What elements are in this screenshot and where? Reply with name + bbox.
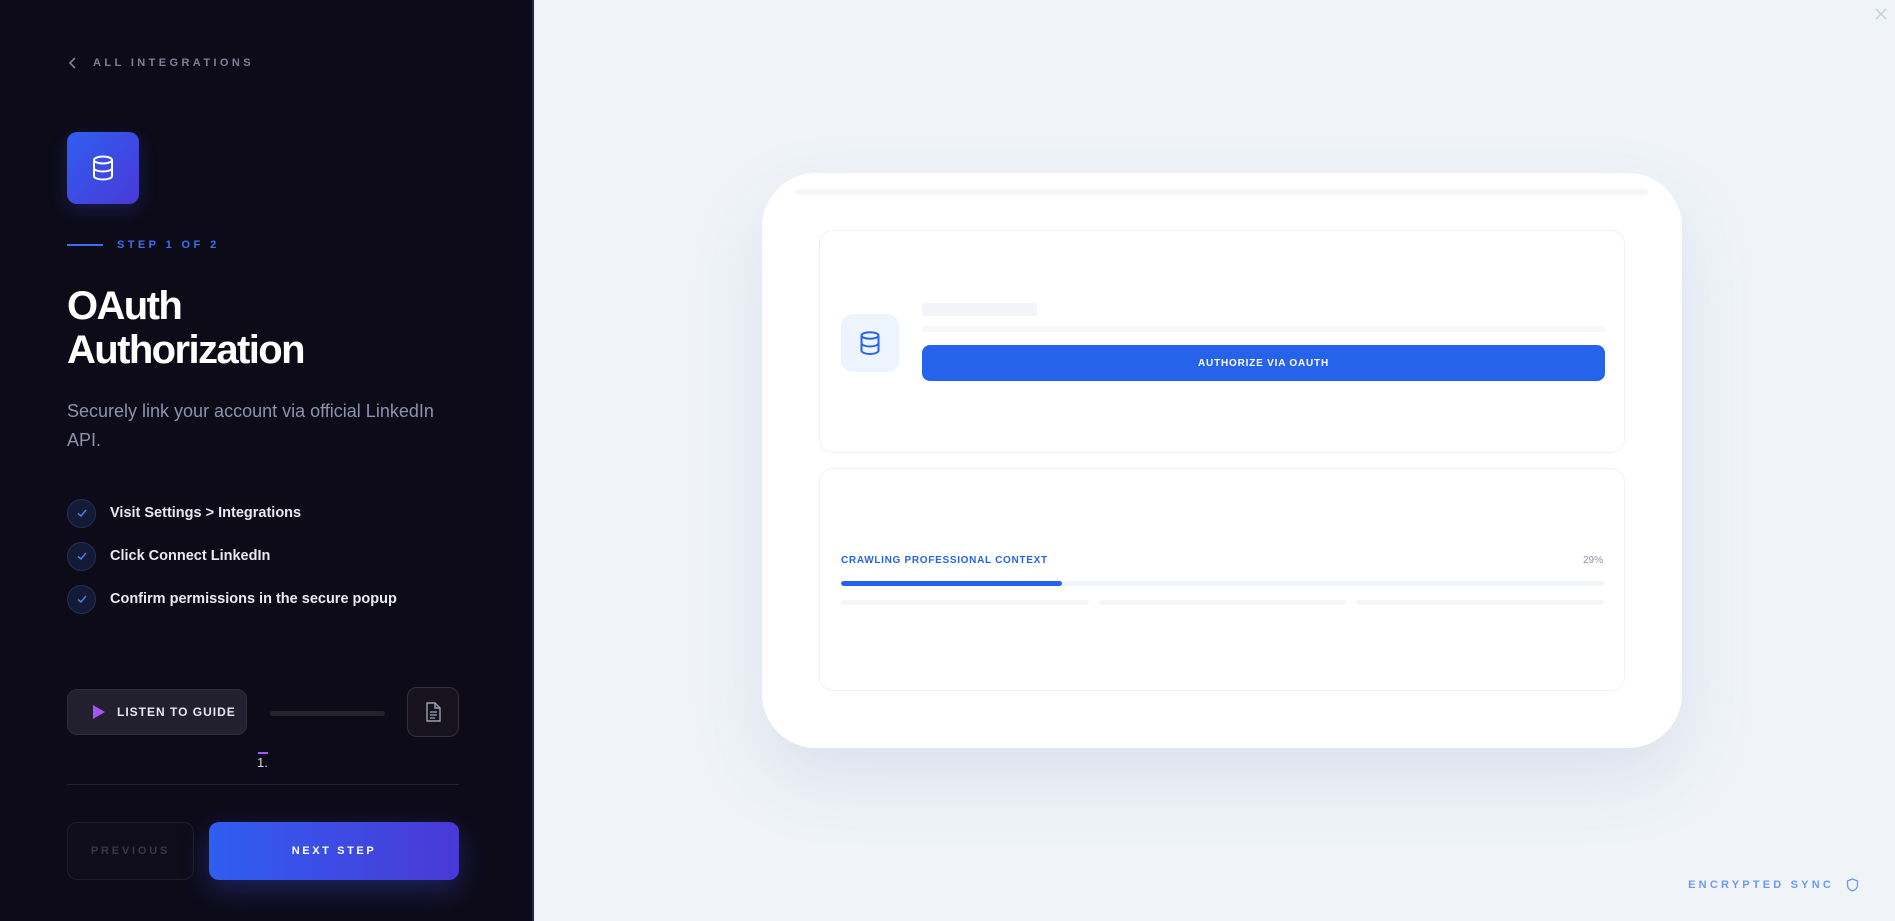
document-icon [426,702,441,722]
check-icon [67,541,96,571]
back-to-integrations-link[interactable]: ALL INTEGRATIONS [67,56,254,70]
crawl-progress-percent: 29% [1582,555,1603,566]
database-icon [860,331,880,356]
title-line-2: Authorization [67,328,306,372]
integration-app-icon [67,132,139,204]
page-title: OAuth Authorization [67,284,487,372]
crawl-progress-label: CRAWLING PROFESSIONAL CONTEXT [841,555,1048,566]
crawl-progress-bar [841,581,1604,586]
crawl-status-card: CRAWLING PROFESSIONAL CONTEXT 29% [819,468,1625,691]
encrypted-sync-badge: ENCRYPTED SYNC [1688,878,1859,892]
instruction-checklist: Visit Settings > Integrations Click Conn… [67,498,397,627]
back-link-label: ALL INTEGRATIONS [93,57,254,69]
previous-button[interactable]: PREVIOUS [67,822,194,880]
preview-device-frame: AUTHORIZE VIA OAUTH CRAWLING PROFESSIONA… [762,173,1682,748]
divider [67,784,459,785]
device-top-bar [796,189,1648,195]
checklist-item-label: Confirm permissions in the secure popup [110,591,397,607]
database-icon [93,155,113,181]
checklist-item: Visit Settings > Integrations [67,498,397,528]
chevron-left-icon [68,57,76,69]
checklist-item: Confirm permissions in the secure popup [67,584,397,614]
shield-icon [1846,878,1859,892]
title-line-1: OAuth [67,284,183,328]
transcript-button[interactable] [407,687,459,737]
caption-marker [258,752,268,754]
skeleton-segment [1356,600,1605,605]
audio-progress-track[interactable] [270,711,385,716]
authorize-oauth-button[interactable]: AUTHORIZE VIA OAUTH [922,345,1605,381]
play-icon [93,705,105,719]
listen-button-label: LISTEN TO GUIDE [117,705,236,719]
encrypted-sync-label: ENCRYPTED SYNC [1688,879,1834,891]
left-panel: ALL INTEGRATIONS STEP 1 OF 2 OAuth Autho… [0,0,534,921]
close-icon[interactable] [1873,6,1889,22]
skeleton-segments [841,600,1605,605]
check-icon [67,498,96,528]
skeleton-segment [1098,600,1347,605]
audio-caption: 1. [257,755,268,770]
step-label: STEP 1 OF 2 [117,239,220,251]
checklist-item: Click Connect LinkedIn [67,541,397,571]
next-step-button[interactable]: NEXT STEP [209,822,459,880]
step-indicator: STEP 1 OF 2 [67,239,220,251]
oauth-card: AUTHORIZE VIA OAUTH [819,230,1625,453]
checklist-item-label: Click Connect LinkedIn [110,548,271,564]
listen-to-guide-button[interactable]: LISTEN TO GUIDE [67,689,247,735]
check-icon [67,584,96,614]
skeleton-segment [841,600,1089,605]
checklist-item-label: Visit Settings > Integrations [110,505,302,521]
step-indicator-line [67,244,103,246]
skeleton-title [922,303,1037,316]
skeleton-line [922,326,1605,332]
page-subtitle: Securely link your account via official … [67,401,434,450]
crawl-progress-fill [841,581,1063,586]
oauth-card-icon [841,314,899,372]
